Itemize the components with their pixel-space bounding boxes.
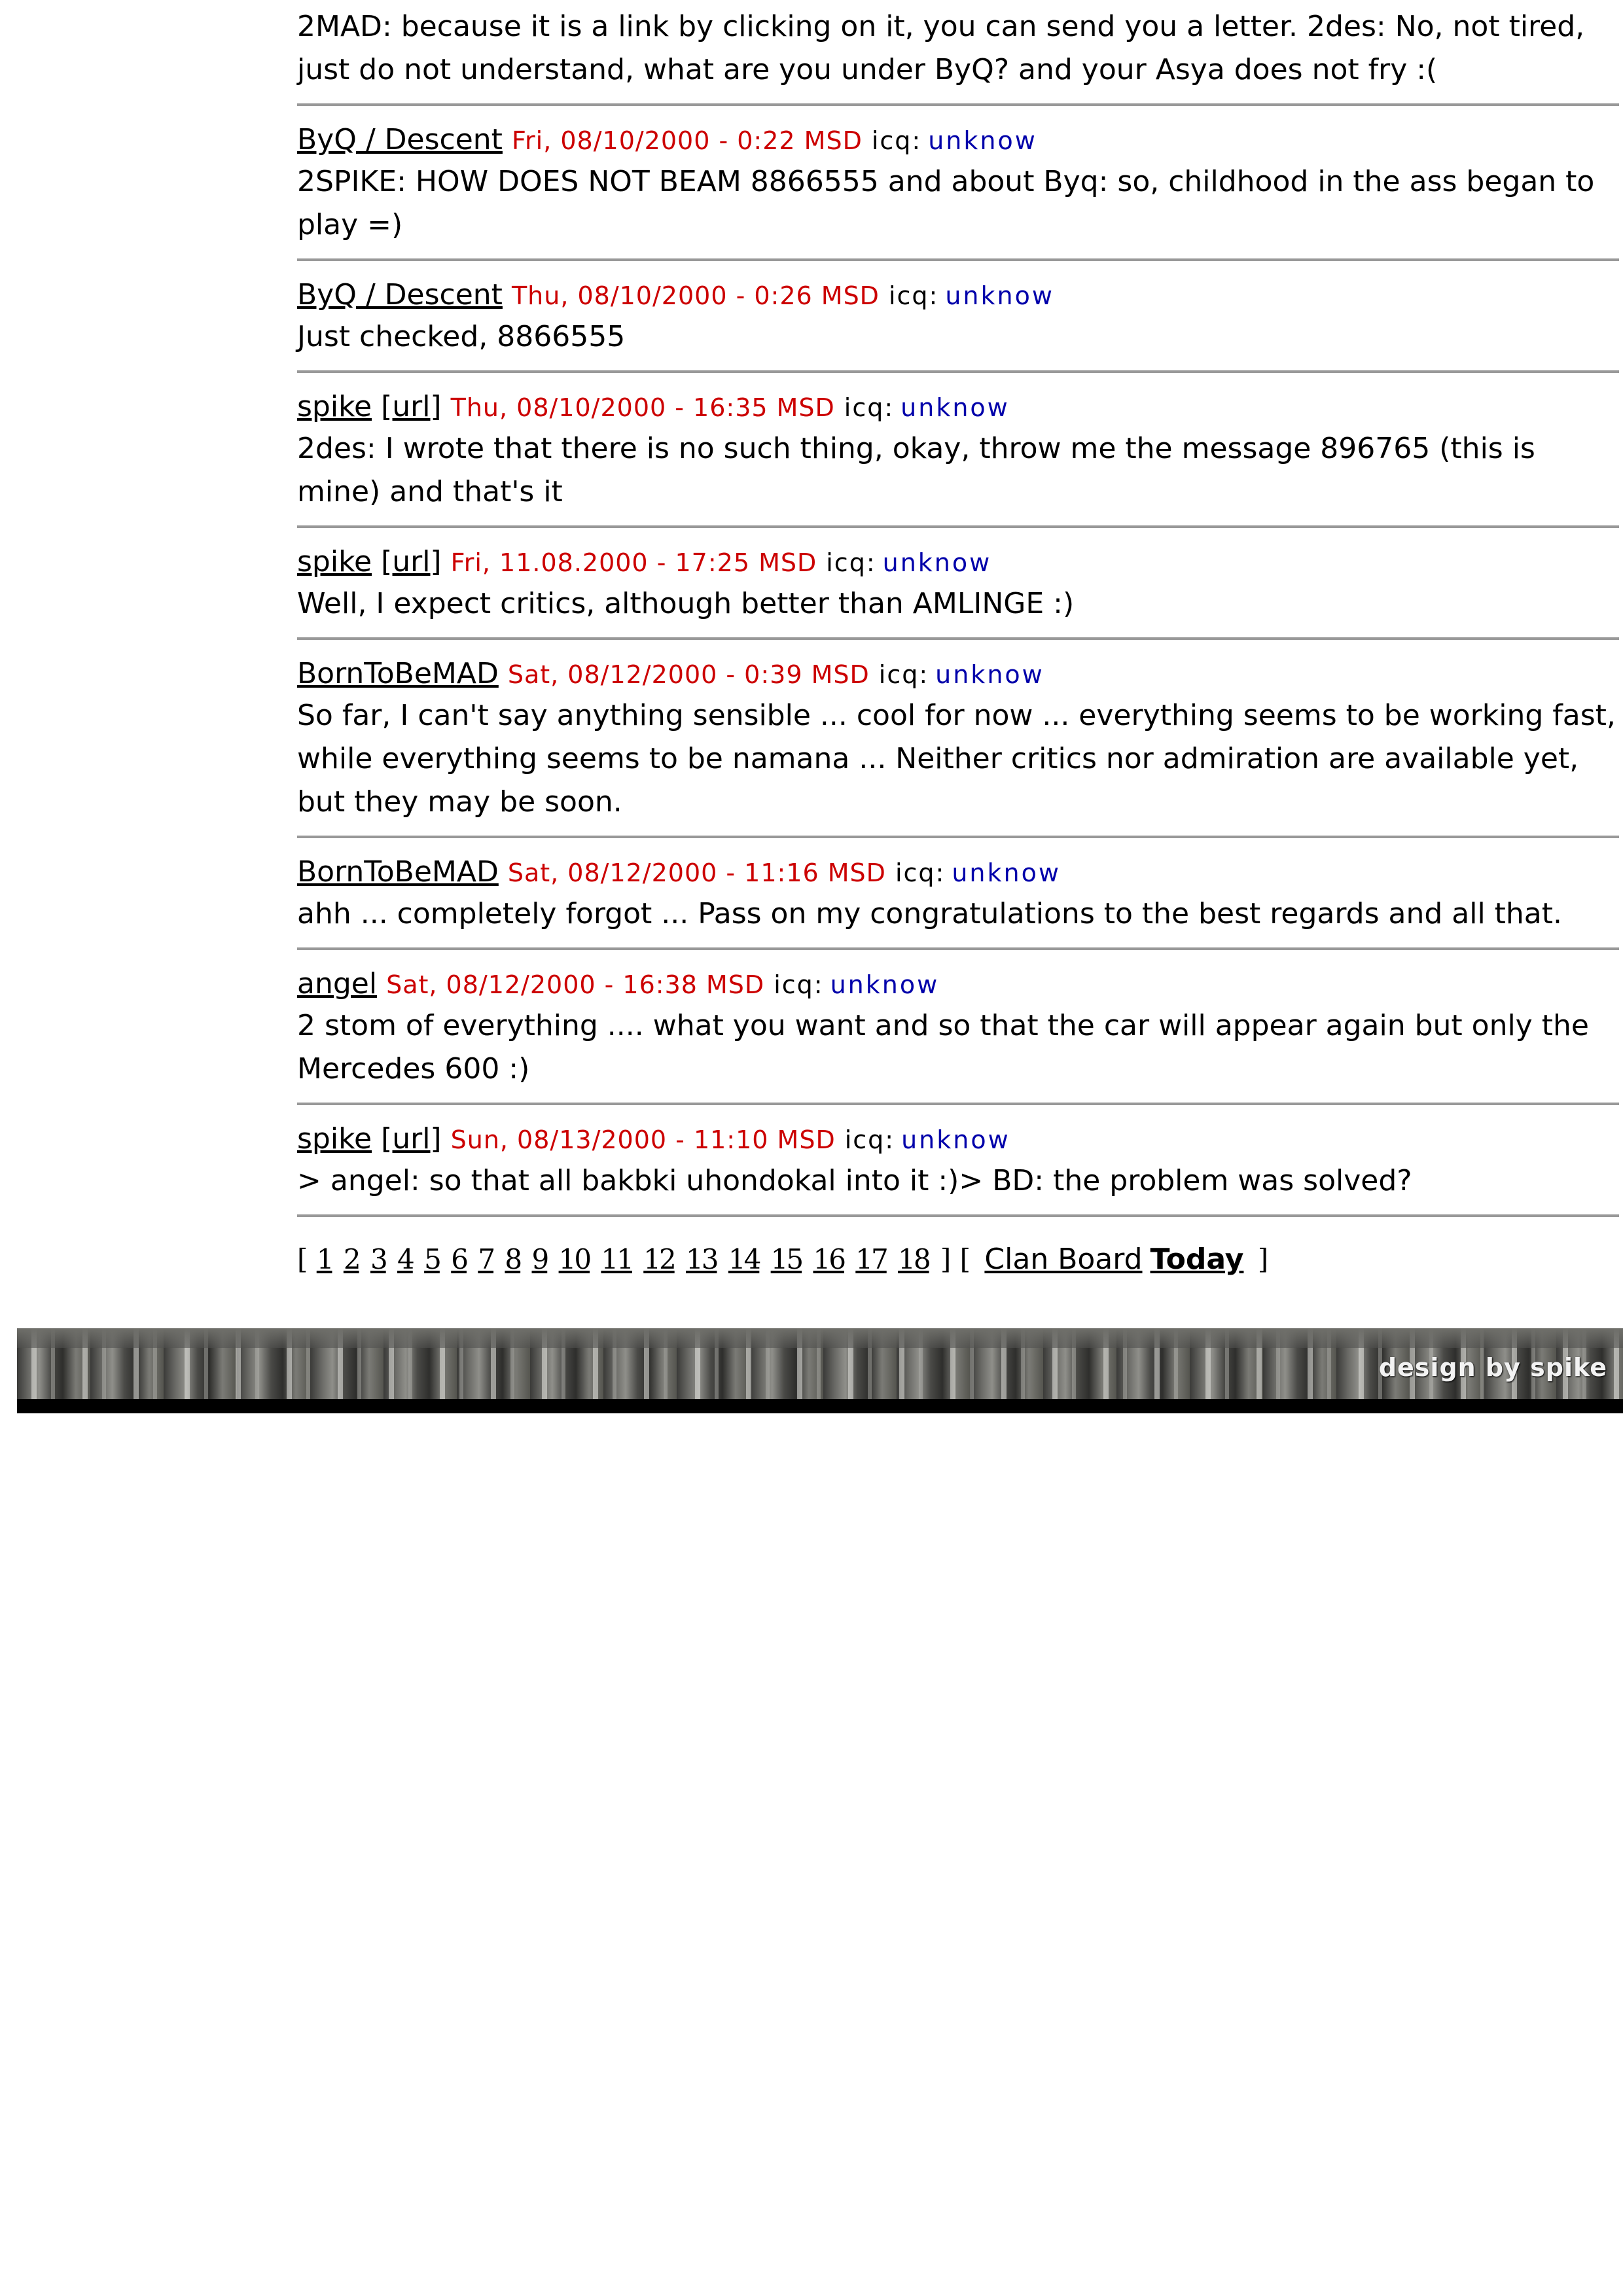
post-header: ByQ / Descent Thu, 08/10/2000 - 0:26 MSD i… (297, 278, 1619, 313)
icq-label: icq: (878, 660, 929, 689)
post-body: > angel: so that all bakbki uhondokal in… (297, 1164, 1412, 1197)
post: spike [url] Sun, 08/13/2000 - 11:10 MSD icq… (297, 1105, 1619, 1217)
post-header: spike [url] Sun, 08/13/2000 - 11:10 MSD icq… (297, 1122, 1619, 1157)
icq-label: icq: (844, 1125, 895, 1154)
footer-banner: design by spike (17, 1328, 1623, 1413)
icq-value-link[interactable]: unknow (901, 393, 1010, 422)
icq-label: icq: (826, 548, 876, 577)
page-link[interactable]: 15 (771, 1243, 804, 1275)
url-link[interactable]: [url] (381, 390, 442, 423)
clan-board-label: Clan Board (984, 1243, 1143, 1276)
author-link[interactable]: BornToBeMAD (297, 657, 499, 690)
icq-label: icq: (895, 858, 946, 887)
post: BornToBeMAD Sat, 08/12/2000 - 11:16 MSD ic… (297, 838, 1619, 950)
page-link[interactable]: 6 (451, 1243, 469, 1275)
page-link[interactable]: 1 (317, 1243, 334, 1275)
board-close-bracket: ] (1257, 1243, 1269, 1275)
author-link[interactable]: ByQ / Descent (297, 123, 503, 156)
icq-label: icq: (888, 281, 939, 310)
pagination: [ 1 2 3 4 5 6 7 8 9 10 11 12 13 14 15 16… (297, 1237, 1619, 1282)
page-link[interactable]: 4 (397, 1243, 415, 1275)
icq-value-link[interactable]: unknow (883, 548, 992, 577)
post-date: Sat, 08/12/2000 - 16:38 MSD (386, 970, 765, 999)
clan-board-today-link[interactable]: Clan Board Today (984, 1243, 1243, 1276)
post-list: 2MAD: because it is a link by clicking o… (297, 0, 1619, 1217)
page-links: 1 2 3 4 5 6 7 8 9 10 11 12 13 14 15 16 1… (317, 1243, 940, 1275)
post-date: Thu, 08/10/2000 - 16:35 MSD (450, 393, 835, 422)
author-link[interactable]: angel (297, 967, 377, 1000)
icq-value-link[interactable]: unknow (901, 1125, 1010, 1154)
post: BornToBeMAD Sat, 08/12/2000 - 0:39 MSD icq… (297, 640, 1619, 838)
icq-value-link[interactable]: unknow (945, 281, 1054, 310)
post-date: Sat, 08/12/2000 - 11:16 MSD (507, 858, 886, 887)
author-link[interactable]: spike (297, 390, 372, 423)
page-link[interactable]: 10 (559, 1243, 592, 1275)
post: spike [url] Fri, 11.08.2000 - 17:25 MSD icq… (297, 528, 1619, 640)
page-link[interactable]: 13 (686, 1243, 719, 1275)
post-date: Sat, 08/12/2000 - 0:39 MSD (507, 660, 870, 689)
author-link[interactable]: ByQ / Descent (297, 278, 503, 311)
post: ByQ / Descent Thu, 08/10/2000 - 0:26 MSD i… (297, 261, 1619, 373)
page-link[interactable]: 18 (898, 1243, 931, 1275)
post-body: ahh ... completely forgot ... Pass on my… (297, 897, 1562, 930)
icq-value-link[interactable]: unknow (935, 660, 1044, 689)
post-header: spike [url] Fri, 11.08.2000 - 17:25 MSD icq… (297, 545, 1619, 580)
url-link[interactable]: [url] (381, 1122, 442, 1156)
post-body: 2MAD: because it is a link by clicking o… (297, 10, 1585, 86)
author-link[interactable]: spike (297, 1122, 372, 1156)
post-date: Sun, 08/13/2000 - 11:10 MSD (450, 1125, 836, 1154)
icq-value-link[interactable]: unknow (952, 858, 1061, 887)
post-header: BornToBeMAD Sat, 08/12/2000 - 0:39 MSD icq… (297, 657, 1619, 692)
post: 2MAD: because it is a link by clicking o… (297, 0, 1619, 106)
post-date: Thu, 08/10/2000 - 0:26 MSD (511, 281, 880, 310)
post: angel Sat, 08/12/2000 - 16:38 MSD icq: unkn… (297, 950, 1619, 1105)
page-link[interactable]: 14 (728, 1243, 761, 1275)
post-header: spike [url] Thu, 08/10/2000 - 16:35 MSD icq… (297, 390, 1619, 425)
url-link[interactable]: [url] (381, 545, 442, 578)
post-body: Well, I expect critics, although better … (297, 587, 1075, 620)
page-link[interactable]: 9 (532, 1243, 550, 1275)
design-credit: design by spike (1378, 1353, 1607, 1382)
post-body: Just checked, 8866555 (297, 320, 626, 353)
author-link[interactable]: spike (297, 545, 372, 578)
icq-label: icq: (774, 970, 824, 999)
post-header: angel Sat, 08/12/2000 - 16:38 MSD icq: unkn… (297, 967, 1619, 1002)
post-body: 2SPIKE: HOW DOES NOT BEAM 8866555 and ab… (297, 165, 1595, 241)
icq-value-link[interactable]: unknow (928, 126, 1037, 155)
today-label: Today (1150, 1243, 1244, 1276)
post-body: 2 stom of everything .... what you want … (297, 1009, 1589, 1086)
banner-bottom-band (17, 1399, 1623, 1413)
page-link[interactable]: 8 (505, 1243, 522, 1275)
message-board: 2MAD: because it is a link by clicking o… (297, 0, 1619, 1282)
page-link[interactable]: 16 (813, 1243, 846, 1275)
page-link[interactable]: 2 (344, 1243, 361, 1275)
author-link[interactable]: BornToBeMAD (297, 855, 499, 889)
board-open-bracket: [ (959, 1243, 971, 1275)
post-header: ByQ / Descent Fri, 08/10/2000 - 0:22 MSD i… (297, 123, 1619, 158)
banner-top-band (17, 1328, 1623, 1348)
post-header: BornToBeMAD Sat, 08/12/2000 - 11:16 MSD ic… (297, 855, 1619, 890)
page-link[interactable]: 11 (601, 1243, 633, 1275)
page-link[interactable]: 12 (643, 1243, 676, 1275)
icq-label: icq: (844, 393, 895, 422)
icq-label: icq: (871, 126, 922, 155)
icq-value-link[interactable]: unknow (830, 970, 940, 999)
post-body: So far, I can't say anything sensible ..… (297, 699, 1616, 819)
post-date: Fri, 11.08.2000 - 17:25 MSD (450, 548, 817, 577)
pager-close-bracket: ] (940, 1243, 952, 1275)
post: ByQ / Descent Fri, 08/10/2000 - 0:22 MSD i… (297, 106, 1619, 261)
pager-open-bracket: [ (297, 1243, 308, 1275)
post: spike [url] Thu, 08/10/2000 - 16:35 MSD icq… (297, 373, 1619, 528)
post-body: 2des: I wrote that there is no such thin… (297, 432, 1535, 508)
post-date: Fri, 08/10/2000 - 0:22 MSD (511, 126, 863, 155)
page-link[interactable]: 5 (424, 1243, 442, 1275)
page-link[interactable]: 17 (855, 1243, 888, 1275)
page-link[interactable]: 3 (370, 1243, 388, 1275)
page-link[interactable]: 7 (478, 1243, 495, 1275)
